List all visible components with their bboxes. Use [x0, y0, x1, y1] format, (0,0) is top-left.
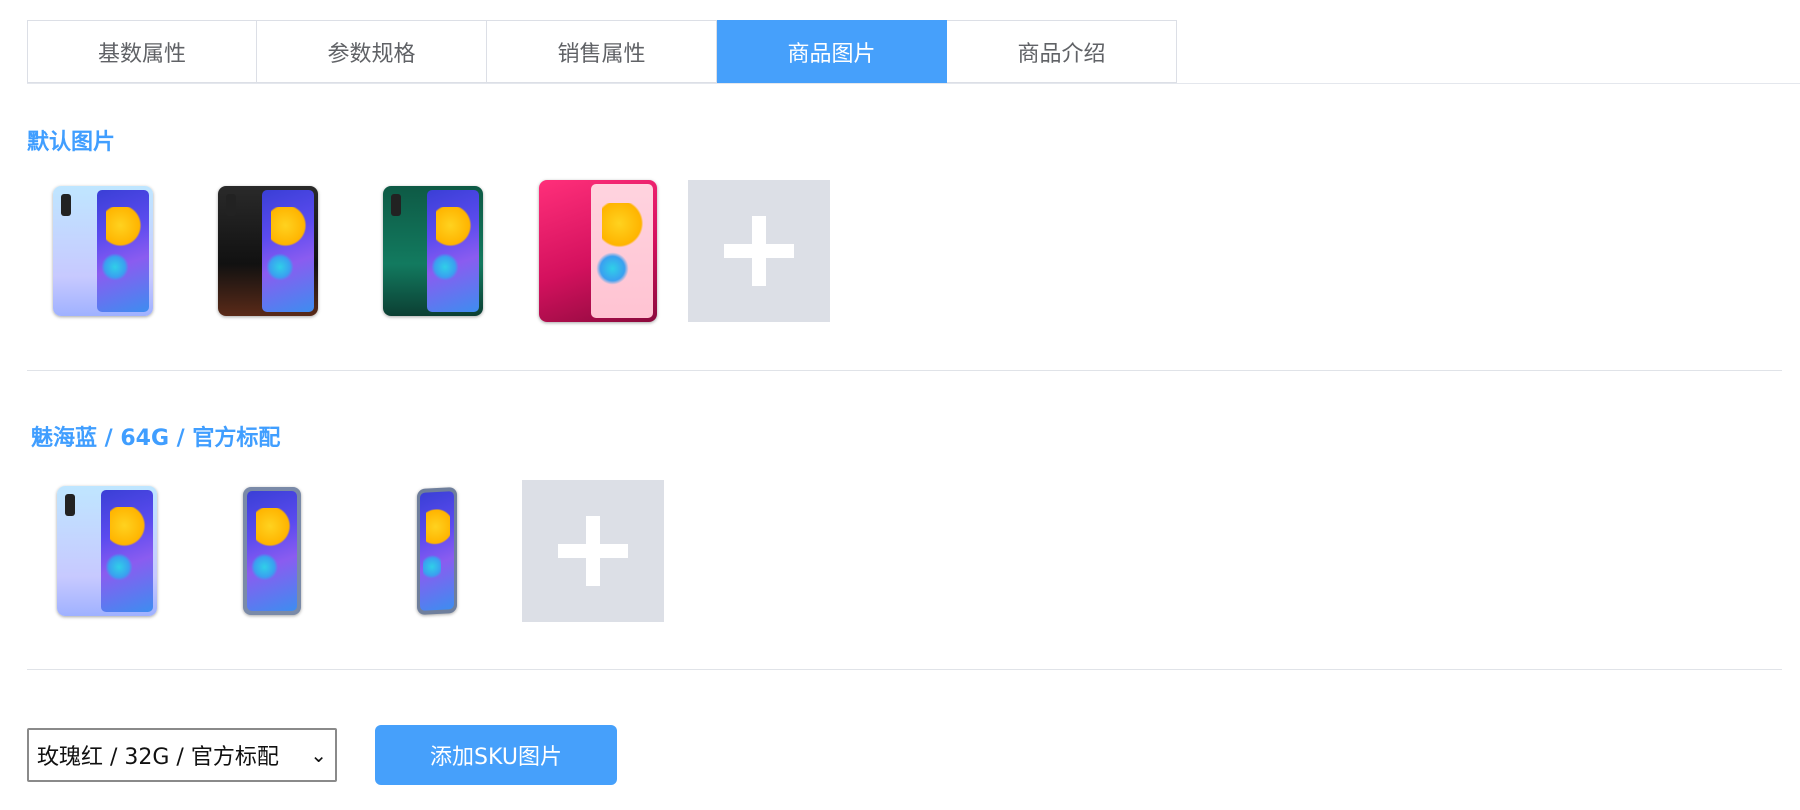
- sku-image[interactable]: [24, 480, 189, 622]
- tabs-divider: [27, 83, 1800, 84]
- add-sku-image-button[interactable]: 添加SKU图片: [375, 725, 617, 785]
- section-divider: [27, 370, 1782, 371]
- phone-image: [52, 186, 153, 316]
- sku-images-list: [24, 480, 664, 622]
- tab-bar: 基数属性 参数规格 销售属性 商品图片 商品介绍: [27, 20, 1177, 83]
- phone-image: [538, 180, 657, 322]
- default-images-title: 默认图片: [27, 130, 116, 155]
- phone-image: [242, 487, 301, 615]
- tab-sales-attributes[interactable]: 销售属性: [487, 20, 717, 83]
- tab-spec-params[interactable]: 参数规格: [257, 20, 487, 83]
- product-image[interactable]: [515, 180, 680, 322]
- sku-select-value: 玫瑰红 / 32G / 官方标配: [37, 745, 279, 770]
- phone-image: [416, 486, 457, 616]
- tab-product-images[interactable]: 商品图片: [717, 20, 947, 83]
- sku-image[interactable]: [189, 480, 354, 622]
- tab-product-intro[interactable]: 商品介绍: [947, 20, 1177, 83]
- sku-images-title: 魅海蓝 / 64G / 官方标配: [31, 426, 281, 451]
- product-image[interactable]: [350, 180, 515, 322]
- sku-select[interactable]: 玫瑰红 / 32G / 官方标配 ⌄: [27, 728, 337, 782]
- phone-image: [382, 186, 483, 316]
- default-images-list: [20, 180, 830, 322]
- sku-image[interactable]: [354, 480, 519, 622]
- section-divider: [27, 669, 1782, 670]
- add-default-image-button[interactable]: [688, 180, 830, 322]
- product-image[interactable]: [20, 180, 185, 322]
- add-sku-image-tile[interactable]: [522, 480, 664, 622]
- tab-basic-attributes[interactable]: 基数属性: [27, 20, 257, 83]
- phone-image: [217, 186, 318, 316]
- phone-image: [56, 486, 157, 616]
- chevron-down-icon: ⌄: [310, 743, 327, 767]
- product-image[interactable]: [185, 180, 350, 322]
